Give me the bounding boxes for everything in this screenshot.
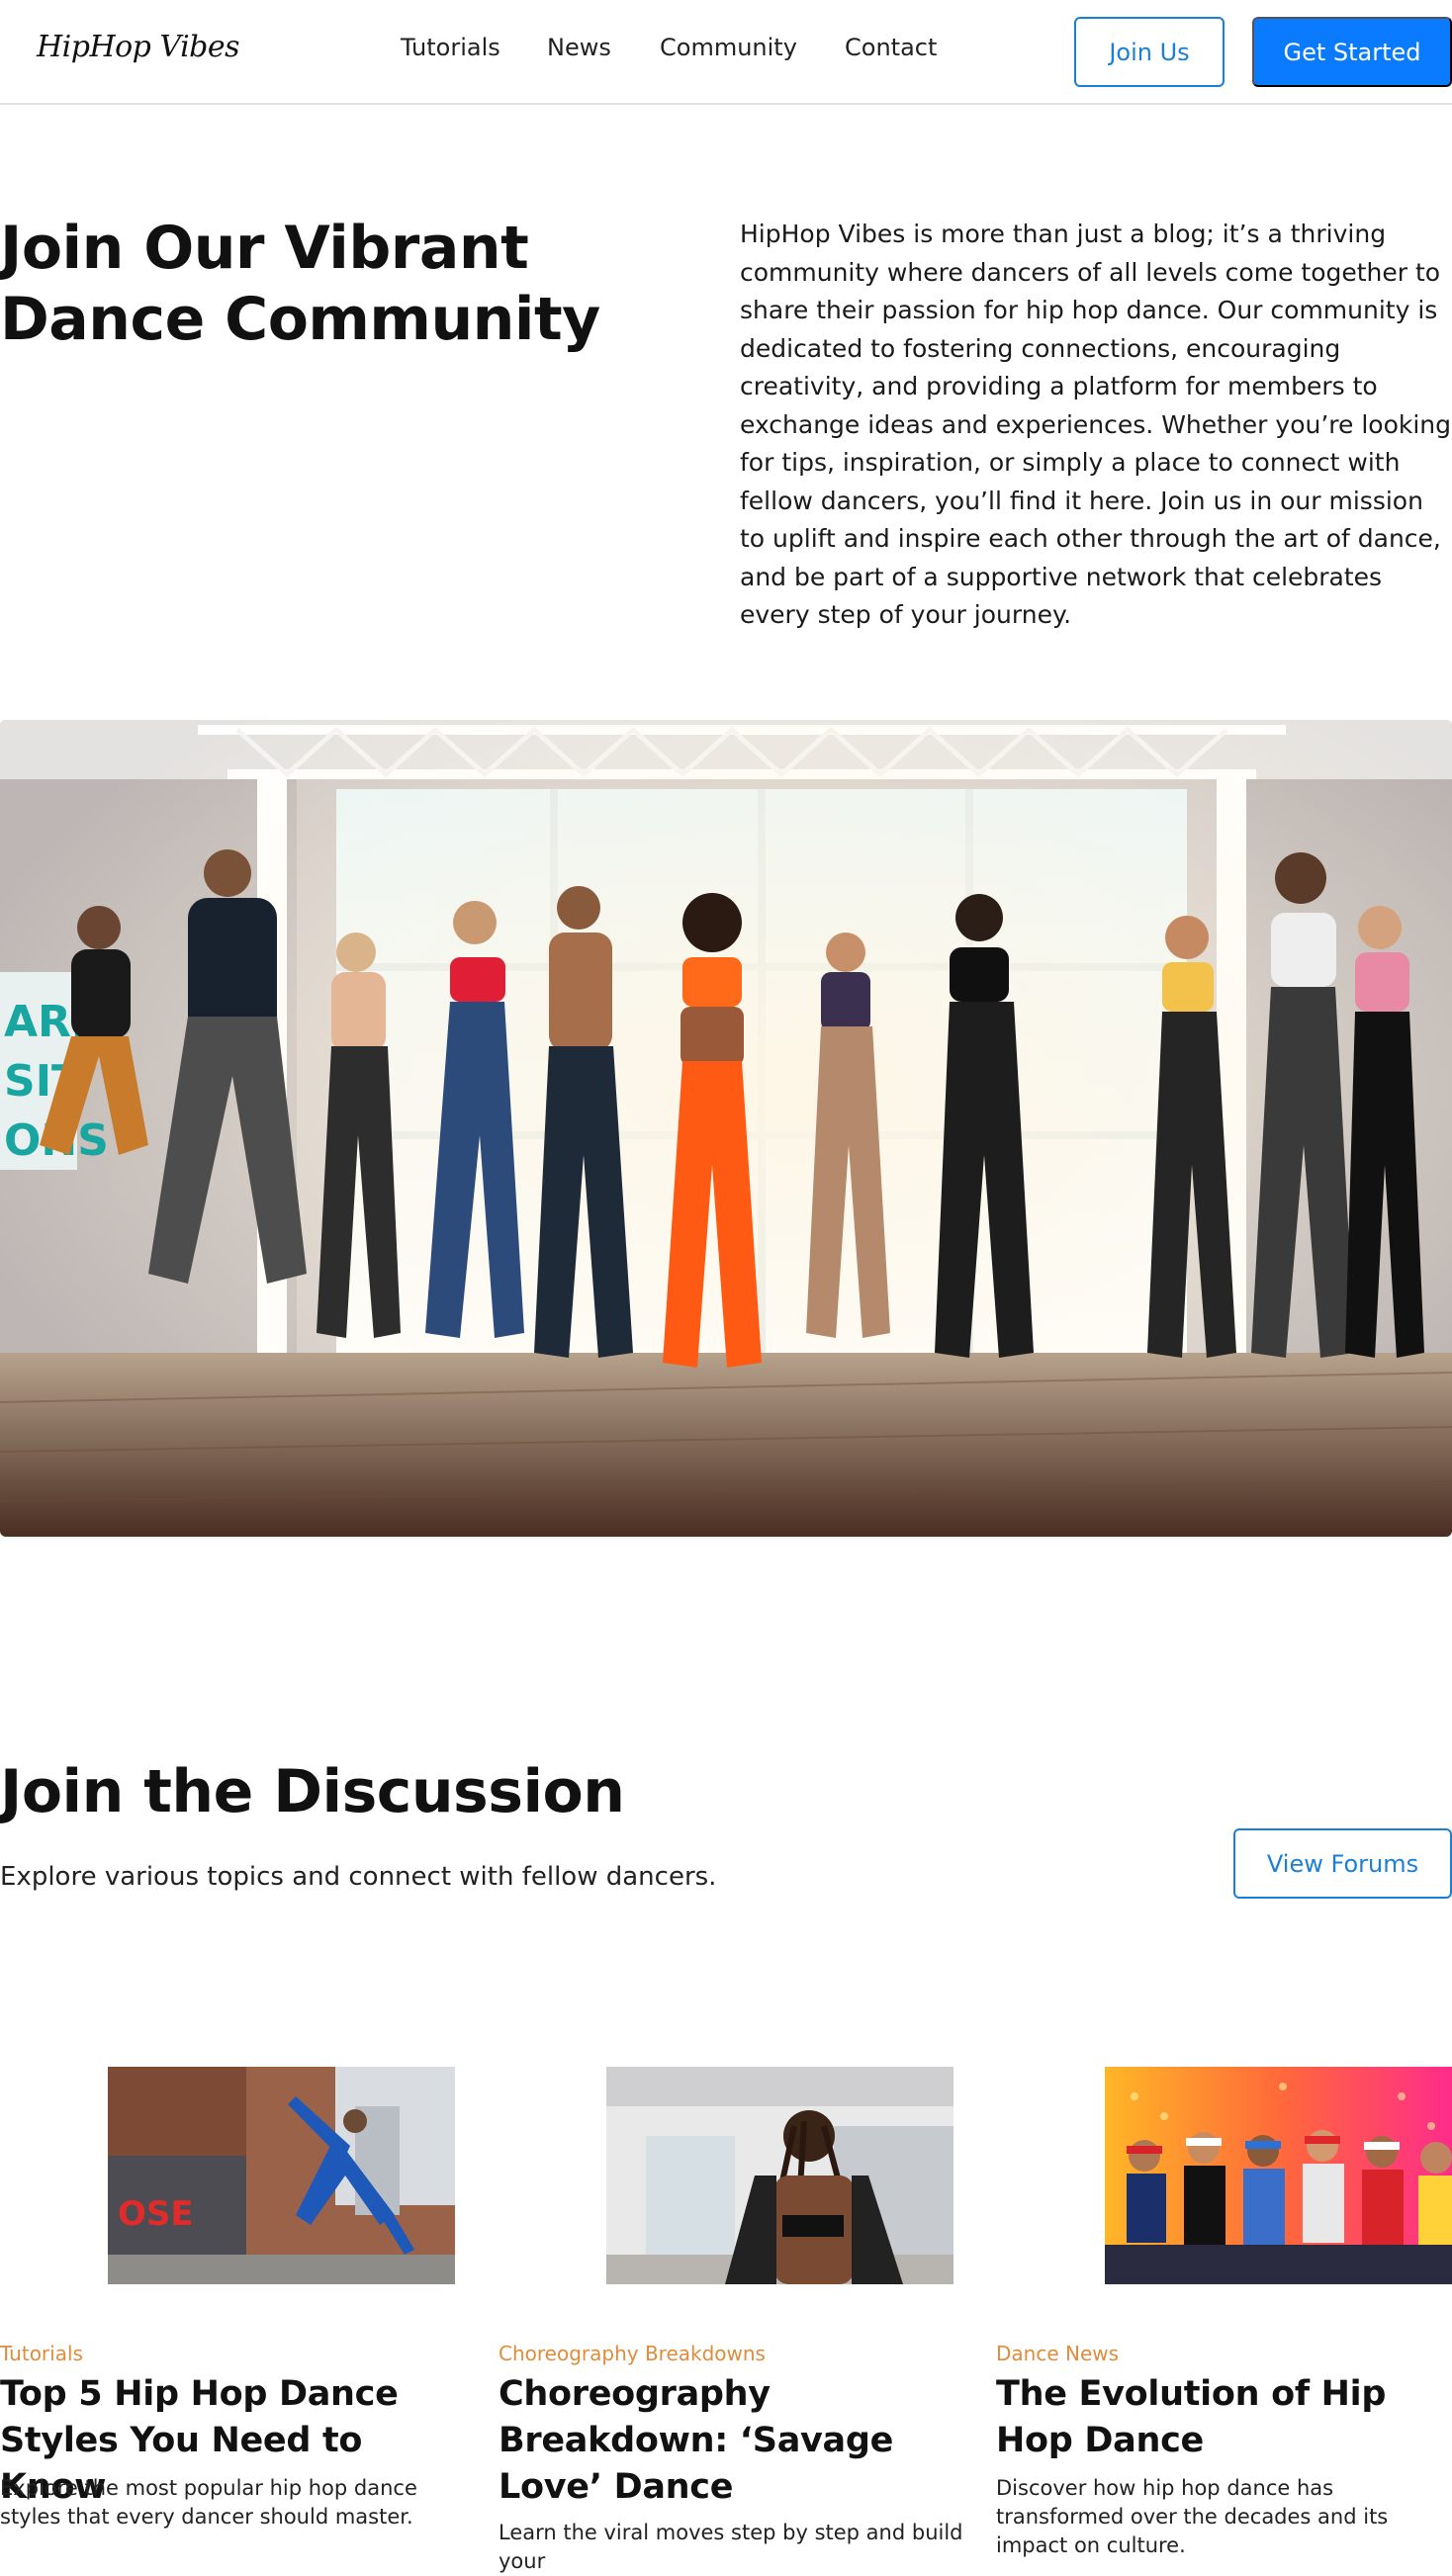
nav-link-news[interactable]: News: [547, 34, 611, 61]
nav-link-contact[interactable]: Contact: [845, 34, 937, 61]
get-started-button[interactable]: Get Started: [1252, 17, 1452, 87]
view-forums-button[interactable]: View Forums: [1233, 1828, 1452, 1899]
nav-link-tutorials[interactable]: Tutorials: [401, 34, 500, 61]
card-description: Learn the viral moves step by step and b…: [499, 2521, 963, 2573]
card-title[interactable]: Choreography Breakdown: ‘Savage Love’ Da…: [499, 2371, 968, 2511]
card-description: Discover how hip hop dance has transform…: [996, 2476, 1389, 2557]
join-us-button[interactable]: Join Us: [1074, 17, 1225, 87]
card-description: Explore the most popular hip hop dance s…: [0, 2476, 417, 2529]
dance-studio-photo: ARN SIT ONS: [0, 720, 1452, 1537]
card-image-choreography[interactable]: [606, 2067, 953, 2284]
nav-link-community[interactable]: Community: [660, 34, 797, 61]
card-image-hiphop-crew[interactable]: [1105, 2067, 1452, 2284]
card-category[interactable]: Dance News: [996, 2342, 1119, 2365]
site-logo[interactable]: HipHop Vibes: [37, 30, 240, 64]
discussion-title: Join the Discussion: [0, 1757, 625, 1826]
svg-text:OSE: OSE: [118, 2194, 194, 2234]
hero-description: HipHop Vibes is more than just a blog; i…: [740, 220, 1452, 629]
discussion-subtitle: Explore various topics and connect with …: [0, 1862, 717, 1892]
hero-title: Join Our Vibrant Dance Community: [0, 214, 600, 354]
card-category[interactable]: Tutorials: [0, 2342, 83, 2365]
card-image-street-dance[interactable]: OSE: [108, 2067, 455, 2284]
card-title[interactable]: The Evolution of Hip Hop Dance: [996, 2371, 1452, 2464]
card-category[interactable]: Choreography Breakdowns: [499, 2342, 766, 2365]
top-navbar: HipHop Vibes Tutorials News Community Co…: [0, 0, 1452, 105]
